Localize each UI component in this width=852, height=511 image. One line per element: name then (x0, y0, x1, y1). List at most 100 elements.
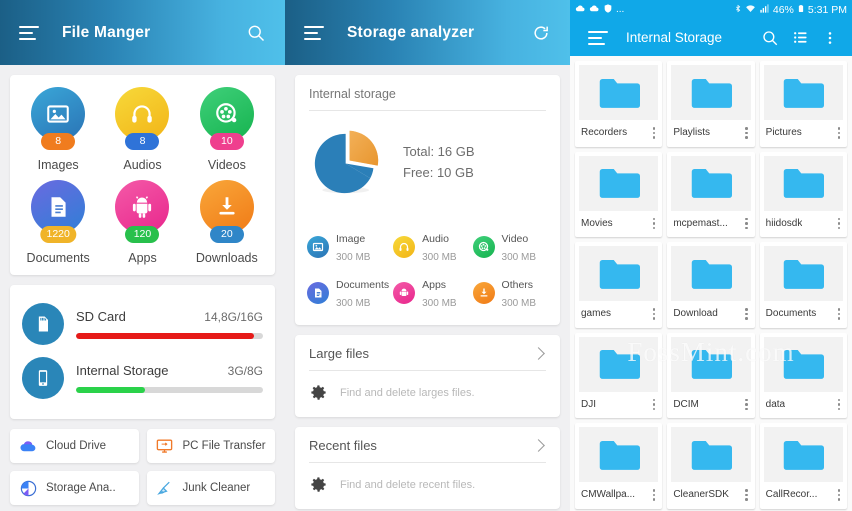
category-audios[interactable]: 8 Audios (100, 87, 184, 172)
overflow-menu-icon[interactable] (743, 216, 750, 232)
category-badge: 8 (125, 133, 160, 150)
legend-item-video[interactable]: Video 300 MB (472, 229, 548, 265)
folder-icon (671, 155, 751, 211)
overflow-menu-icon[interactable] (743, 397, 750, 413)
chevron-right-icon[interactable] (532, 347, 545, 360)
folder-icon (579, 65, 659, 120)
overflow-menu-icon[interactable] (651, 306, 658, 322)
large-files-card[interactable]: Large files Find and delete larges files… (295, 335, 560, 417)
overflow-menu-icon[interactable] (836, 216, 843, 232)
legend-size: 300 MB (501, 298, 537, 309)
legend-size: 300 MB (336, 298, 371, 309)
shield-icon (603, 3, 613, 17)
overflow-menu-icon[interactable] (651, 125, 658, 141)
recent-files-card[interactable]: Recent files Find and delete recent file… (295, 427, 560, 509)
hamburger-lines-icon[interactable] (301, 20, 327, 46)
folder-card[interactable]: Pictures (759, 61, 847, 147)
folder-card[interactable]: games (575, 242, 663, 328)
overflow-menu-icon[interactable] (836, 397, 843, 413)
folder-card[interactable]: DCIM (667, 332, 755, 418)
category-images[interactable]: 8 Images (16, 87, 100, 172)
legend-item-audio[interactable]: Audio 300 MB (393, 229, 468, 265)
folder-card[interactable]: CallRecor... (759, 423, 847, 509)
folder-card[interactable]: DJI (575, 332, 663, 418)
category-label: Audios (123, 158, 162, 172)
storage-row-sdcard[interactable]: SD Card 14,8G/16G (22, 297, 263, 351)
pc-file-transfer-button[interactable]: PC File Transfer (146, 429, 275, 463)
search-icon[interactable] (243, 20, 269, 46)
folder-icon (579, 155, 659, 211)
hamburger-lines-icon[interactable] (16, 20, 42, 46)
overflow-menu-icon[interactable] (818, 26, 842, 50)
junk-cleaner-button[interactable]: Junk Cleaner (146, 471, 275, 505)
section-title: Internal storage (309, 87, 396, 101)
cloud-drive-button[interactable]: Cloud Drive (10, 429, 139, 463)
folder-icon (763, 336, 843, 392)
status-bar: ... 46% 5:31 PM (570, 0, 852, 19)
storage-analyzer-button[interactable]: Storage Ana.. (10, 471, 139, 505)
appbar-file-manager: File Manger (0, 0, 285, 65)
category-label: Downloads (195, 251, 258, 265)
folder-card[interactable]: Documents (759, 242, 847, 328)
overflow-menu-icon[interactable] (651, 487, 658, 503)
folder-card[interactable]: mcpemast... (667, 151, 755, 237)
category-label: Videos (207, 158, 246, 172)
signal-icon (759, 3, 770, 17)
folder-card[interactable]: CMWallpa... (575, 423, 663, 509)
folder-card[interactable]: CleanerSDK (667, 423, 755, 509)
folder-card[interactable]: Recorders (575, 61, 663, 147)
overflow-menu-icon[interactable] (836, 306, 843, 322)
folder-card[interactable]: Playlists (667, 61, 755, 147)
legend-item-others[interactable]: Others 300 MB (472, 275, 548, 311)
category-videos[interactable]: 10 Videos (185, 87, 269, 172)
appbar-internal-storage: Internal Storage (570, 19, 852, 56)
tool-label: PC File Transfer (182, 440, 266, 452)
hamburger-lines-icon[interactable] (586, 26, 610, 50)
folder-card[interactable]: data (759, 332, 847, 418)
overflow-menu-icon[interactable] (743, 125, 750, 141)
pie-chart (309, 123, 387, 201)
category-documents[interactable]: 1220 Documents (16, 180, 100, 265)
screenshot-root: File Manger 8 Images 8 Audios 10 Videos … (0, 0, 852, 511)
category-downloads[interactable]: 20 Downloads (185, 180, 269, 265)
page-title: File Manger (62, 23, 151, 41)
overflow-menu-icon[interactable] (743, 487, 750, 503)
refresh-icon[interactable] (528, 20, 554, 46)
legend-label: Audio (422, 233, 449, 245)
pie-chart-row: Total: 16 GB Free: 10 GB (295, 111, 560, 217)
sdcard-icon (22, 303, 64, 345)
overflow-menu-icon[interactable] (836, 487, 843, 503)
recent-files-header[interactable]: Recent files (295, 427, 560, 462)
overflow-menu-icon[interactable] (651, 397, 658, 413)
battery-icon (797, 3, 805, 17)
download-icon (472, 282, 495, 304)
category-apps[interactable]: 120 Apps (100, 180, 184, 265)
legend-item-image[interactable]: Image 300 MB (307, 229, 389, 265)
folder-card[interactable]: Movies (575, 151, 663, 237)
folder-name: mcpemast... (673, 217, 728, 229)
legend-label: Video (501, 233, 529, 245)
storage-row-internal[interactable]: Internal Storage 3G/8G (22, 351, 263, 405)
folder-name: Documents (765, 308, 817, 320)
chevron-right-icon[interactable] (532, 439, 545, 452)
overflow-menu-icon[interactable] (743, 306, 750, 322)
legend-size: 300 MB (422, 298, 457, 309)
clock-time: 5:31 PM (807, 3, 847, 16)
storage-card: SD Card 14,8G/16G Internal Storage 3G/8G (10, 285, 275, 419)
overflow-menu-icon[interactable] (651, 216, 658, 232)
search-icon[interactable] (758, 26, 782, 50)
cloud-icon (575, 3, 586, 17)
large-files-header[interactable]: Large files (295, 335, 560, 370)
folder-name: DCIM (673, 398, 699, 410)
folder-card[interactable]: Download (667, 242, 755, 328)
film-reel-icon (472, 236, 495, 258)
legend-item-documents[interactable]: Documents 300 MB (307, 275, 389, 311)
legend-label: Image (336, 233, 366, 245)
folder-card[interactable]: hiidosdk (759, 151, 847, 237)
folder-icon (671, 336, 751, 392)
list-view-icon[interactable] (788, 26, 812, 50)
bluetooth-icon (734, 3, 742, 17)
legend-item-apps[interactable]: Apps 300 MB (393, 275, 468, 311)
folder-name: Download (673, 308, 718, 320)
overflow-menu-icon[interactable] (836, 125, 843, 141)
